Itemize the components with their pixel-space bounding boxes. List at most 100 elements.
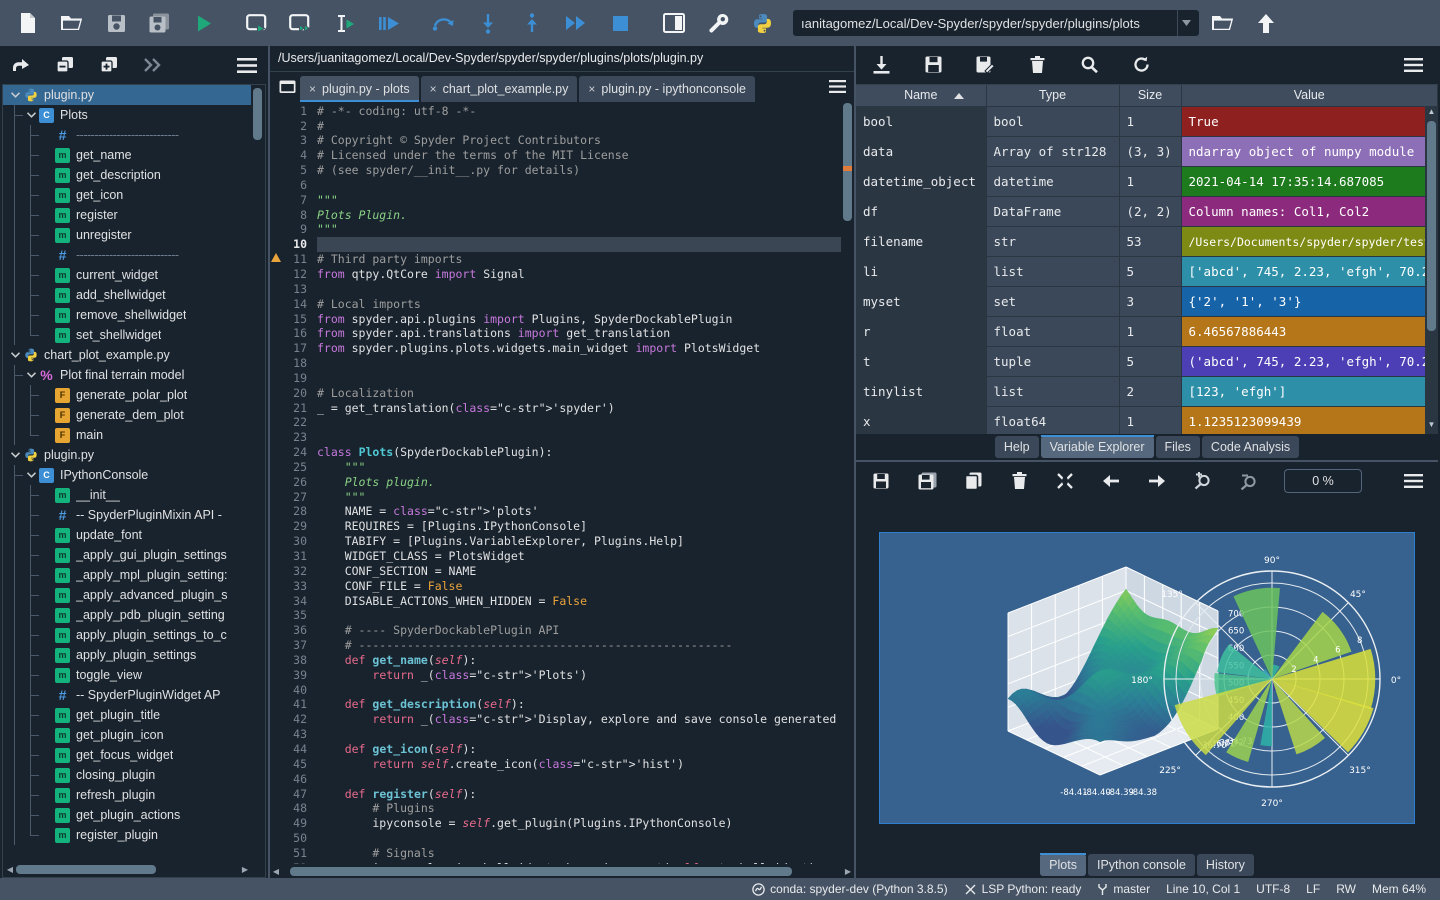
- variable-type-cell[interactable]: tuple: [986, 347, 1119, 377]
- variable-size-cell[interactable]: 1: [1119, 107, 1181, 137]
- variable-table-body[interactable]: boolbool1TruedataArray of str128(3, 3)nd…: [856, 107, 1438, 435]
- variable-size-cell[interactable]: (2, 2): [1119, 197, 1181, 227]
- variable-table[interactable]: NameTypeSizeValue boolbool1TruedataArray…: [856, 85, 1438, 435]
- outline-item-get_plugin_icon[interactable]: mget_plugin_icon: [3, 725, 251, 745]
- remove-all-variables-button[interactable]: [1026, 54, 1048, 76]
- variable-row[interactable]: xfloat6411.1235123099439: [856, 407, 1438, 435]
- working-directory-combobox[interactable]: ıanitagomez/Local/Dev-Spyder/spyder/spyd…: [792, 9, 1200, 37]
- outline-item-plots[interactable]: CPlots: [3, 105, 251, 125]
- variable-name-cell[interactable]: li: [856, 257, 986, 287]
- variable-type-cell[interactable]: str: [986, 227, 1119, 257]
- outline-item-add_shellwidget[interactable]: madd_shellwidget: [3, 285, 251, 305]
- outline-item-register[interactable]: mregister: [3, 205, 251, 225]
- variable-value-cell[interactable]: 6.46567886443: [1181, 317, 1438, 347]
- variable-type-cell[interactable]: float64: [986, 407, 1119, 435]
- cursor-position-status[interactable]: Line 10, Col 1: [1166, 882, 1240, 896]
- variable-row[interactable]: mysetset3{'2', '1', '3'}: [856, 287, 1438, 317]
- outline-tree[interactable]: plugin.py CPlots #------------------------…: [3, 85, 251, 863]
- dock-tab[interactable]: IPython console: [1088, 854, 1195, 876]
- expand-all-button[interactable]: [98, 54, 120, 76]
- maximize-pane-button[interactable]: [652, 3, 696, 43]
- plot-canvas-container[interactable]: 40045050055060065070036.7336.7236.7136.7…: [856, 500, 1438, 852]
- variable-column-header[interactable]: Name: [856, 85, 986, 107]
- save-data-button[interactable]: [922, 54, 944, 76]
- variable-row[interactable]: dfDataFrame(2, 2)Column names: Col1, Col…: [856, 197, 1438, 227]
- variable-name-cell[interactable]: myset: [856, 287, 986, 317]
- variable-name-cell[interactable]: bool: [856, 107, 986, 137]
- outline-item-[interactable]: #----------------------------: [3, 245, 251, 265]
- close-icon[interactable]: ×: [430, 82, 437, 96]
- variable-value-cell[interactable]: Column names: Col1, Col2: [1181, 197, 1438, 227]
- chevron-down-icon[interactable]: [7, 352, 23, 358]
- dock-tab[interactable]: Variable Explorer: [1041, 436, 1154, 458]
- variable-value-cell[interactable]: [123, 'efgh']: [1181, 377, 1438, 407]
- variable-table-container[interactable]: NameTypeSizeValue boolbool1TruedataArray…: [856, 84, 1438, 435]
- outline-item-_apply_gui_plugin_settin[interactable]: m_apply_gui_plugin_settings: [3, 545, 251, 565]
- variable-name-cell[interactable]: r: [856, 317, 986, 347]
- outline-item-get_plugin_title[interactable]: mget_plugin_title: [3, 705, 251, 725]
- step-return-button[interactable]: [510, 3, 554, 43]
- plot-figure[interactable]: 40045050055060065070036.7336.7236.7136.7…: [879, 532, 1415, 824]
- continue-button[interactable]: [554, 3, 598, 43]
- scroll-left-icon[interactable]: ◀: [270, 867, 282, 876]
- outline-item-generate_polar_plot[interactable]: Fgenerate_polar_plot: [3, 385, 251, 405]
- dock-tab[interactable]: History: [1197, 854, 1254, 876]
- debug-file-button[interactable]: [368, 3, 412, 43]
- variable-value-cell[interactable]: ['abcd', 745, 2.23, 'efgh', 70.2]: [1181, 257, 1438, 287]
- outline-item-update_font[interactable]: mupdate_font: [3, 525, 251, 545]
- scroll-down-icon[interactable]: ▼: [1425, 420, 1438, 434]
- code-text-area[interactable]: # -*- coding: utf-8 -*-## Copyright © Sp…: [312, 102, 854, 864]
- outline-options-button[interactable]: [236, 54, 258, 76]
- dock-tab[interactable]: Help: [995, 436, 1039, 458]
- outline-item-main[interactable]: Fmain: [3, 425, 251, 445]
- scrollbar-track[interactable]: [16, 865, 239, 874]
- variable-size-cell[interactable]: 1: [1119, 407, 1181, 435]
- variable-row[interactable]: boolbool1True: [856, 107, 1438, 137]
- variable-size-cell[interactable]: 1: [1119, 317, 1181, 347]
- code-editor[interactable]: 1234567891011121314151617181920212223242…: [270, 102, 854, 864]
- outline-item-ipythonconsole[interactable]: CIPythonConsole: [3, 465, 251, 485]
- variable-type-cell[interactable]: float: [986, 317, 1119, 347]
- outline-item-__init__[interactable]: m__init__: [3, 485, 251, 505]
- variable-name-cell[interactable]: data: [856, 137, 986, 167]
- remove-all-plots-button[interactable]: [1054, 470, 1076, 492]
- outline-item-plotfinalterrainmodel[interactable]: %Plot final terrain model: [3, 365, 251, 385]
- outline-item-register_plugin[interactable]: mregister_plugin: [3, 825, 251, 845]
- variable-type-cell[interactable]: datetime: [986, 167, 1119, 197]
- editor-vertical-scrollbar[interactable]: [841, 102, 854, 850]
- plots-options-button[interactable]: [1402, 470, 1424, 492]
- variable-column-header[interactable]: Type: [986, 85, 1119, 107]
- variable-value-cell[interactable]: 1.1235123099439: [1181, 407, 1438, 435]
- run-cell-advance-button[interactable]: [280, 3, 324, 43]
- close-icon[interactable]: ×: [309, 82, 316, 96]
- remove-plot-button[interactable]: [1008, 470, 1030, 492]
- scrollbar-thumb[interactable]: [843, 103, 852, 221]
- outline-item-_apply_advanced_plugin_s[interactable]: m_apply_advanced_plugin_s: [3, 585, 251, 605]
- previous-plot-button[interactable]: [1100, 470, 1122, 492]
- memory-status[interactable]: Mem 64%: [1372, 882, 1426, 896]
- collapse-all-button[interactable]: [54, 54, 76, 76]
- run-cell-button[interactable]: [236, 3, 280, 43]
- outline-item-chart_plot_examplepy[interactable]: chart_plot_example.py: [3, 345, 251, 365]
- outline-item-spyderpluginwidgetap[interactable]: #-- SpyderPluginWidget AP: [3, 685, 251, 705]
- outline-item-pluginpy[interactable]: plugin.py: [3, 445, 251, 465]
- go-to-cursor-button[interactable]: [10, 54, 32, 76]
- variable-column-header[interactable]: Value: [1181, 85, 1438, 107]
- variable-size-cell[interactable]: 1: [1119, 167, 1181, 197]
- dock-tab[interactable]: Code Analysis: [1202, 436, 1299, 458]
- save-all-button[interactable]: [138, 3, 182, 43]
- variable-row[interactable]: ttuple5('abcd', 745, 2.23, 'efgh', 70.2): [856, 347, 1438, 377]
- scroll-left-icon[interactable]: ◀: [4, 865, 16, 874]
- zoom-level-input[interactable]: 0 %: [1284, 469, 1362, 493]
- dock-tab[interactable]: Files: [1156, 436, 1200, 458]
- next-plot-button[interactable]: [1146, 470, 1168, 492]
- editor-tab[interactable]: ×plugin.py - plots: [300, 76, 419, 102]
- variable-name-cell[interactable]: x: [856, 407, 986, 435]
- outline-item-remove_shellwidget[interactable]: mremove_shellwidget: [3, 305, 251, 325]
- outline-item-toggle_view[interactable]: mtoggle_view: [3, 665, 251, 685]
- git-branch-status[interactable]: master: [1097, 882, 1150, 896]
- chevron-down-icon[interactable]: [23, 472, 39, 478]
- variable-row[interactable]: tinylistlist2[123, 'efgh']: [856, 377, 1438, 407]
- variable-name-cell[interactable]: datetime_object: [856, 167, 986, 197]
- outline-item-get_icon[interactable]: mget_icon: [3, 185, 251, 205]
